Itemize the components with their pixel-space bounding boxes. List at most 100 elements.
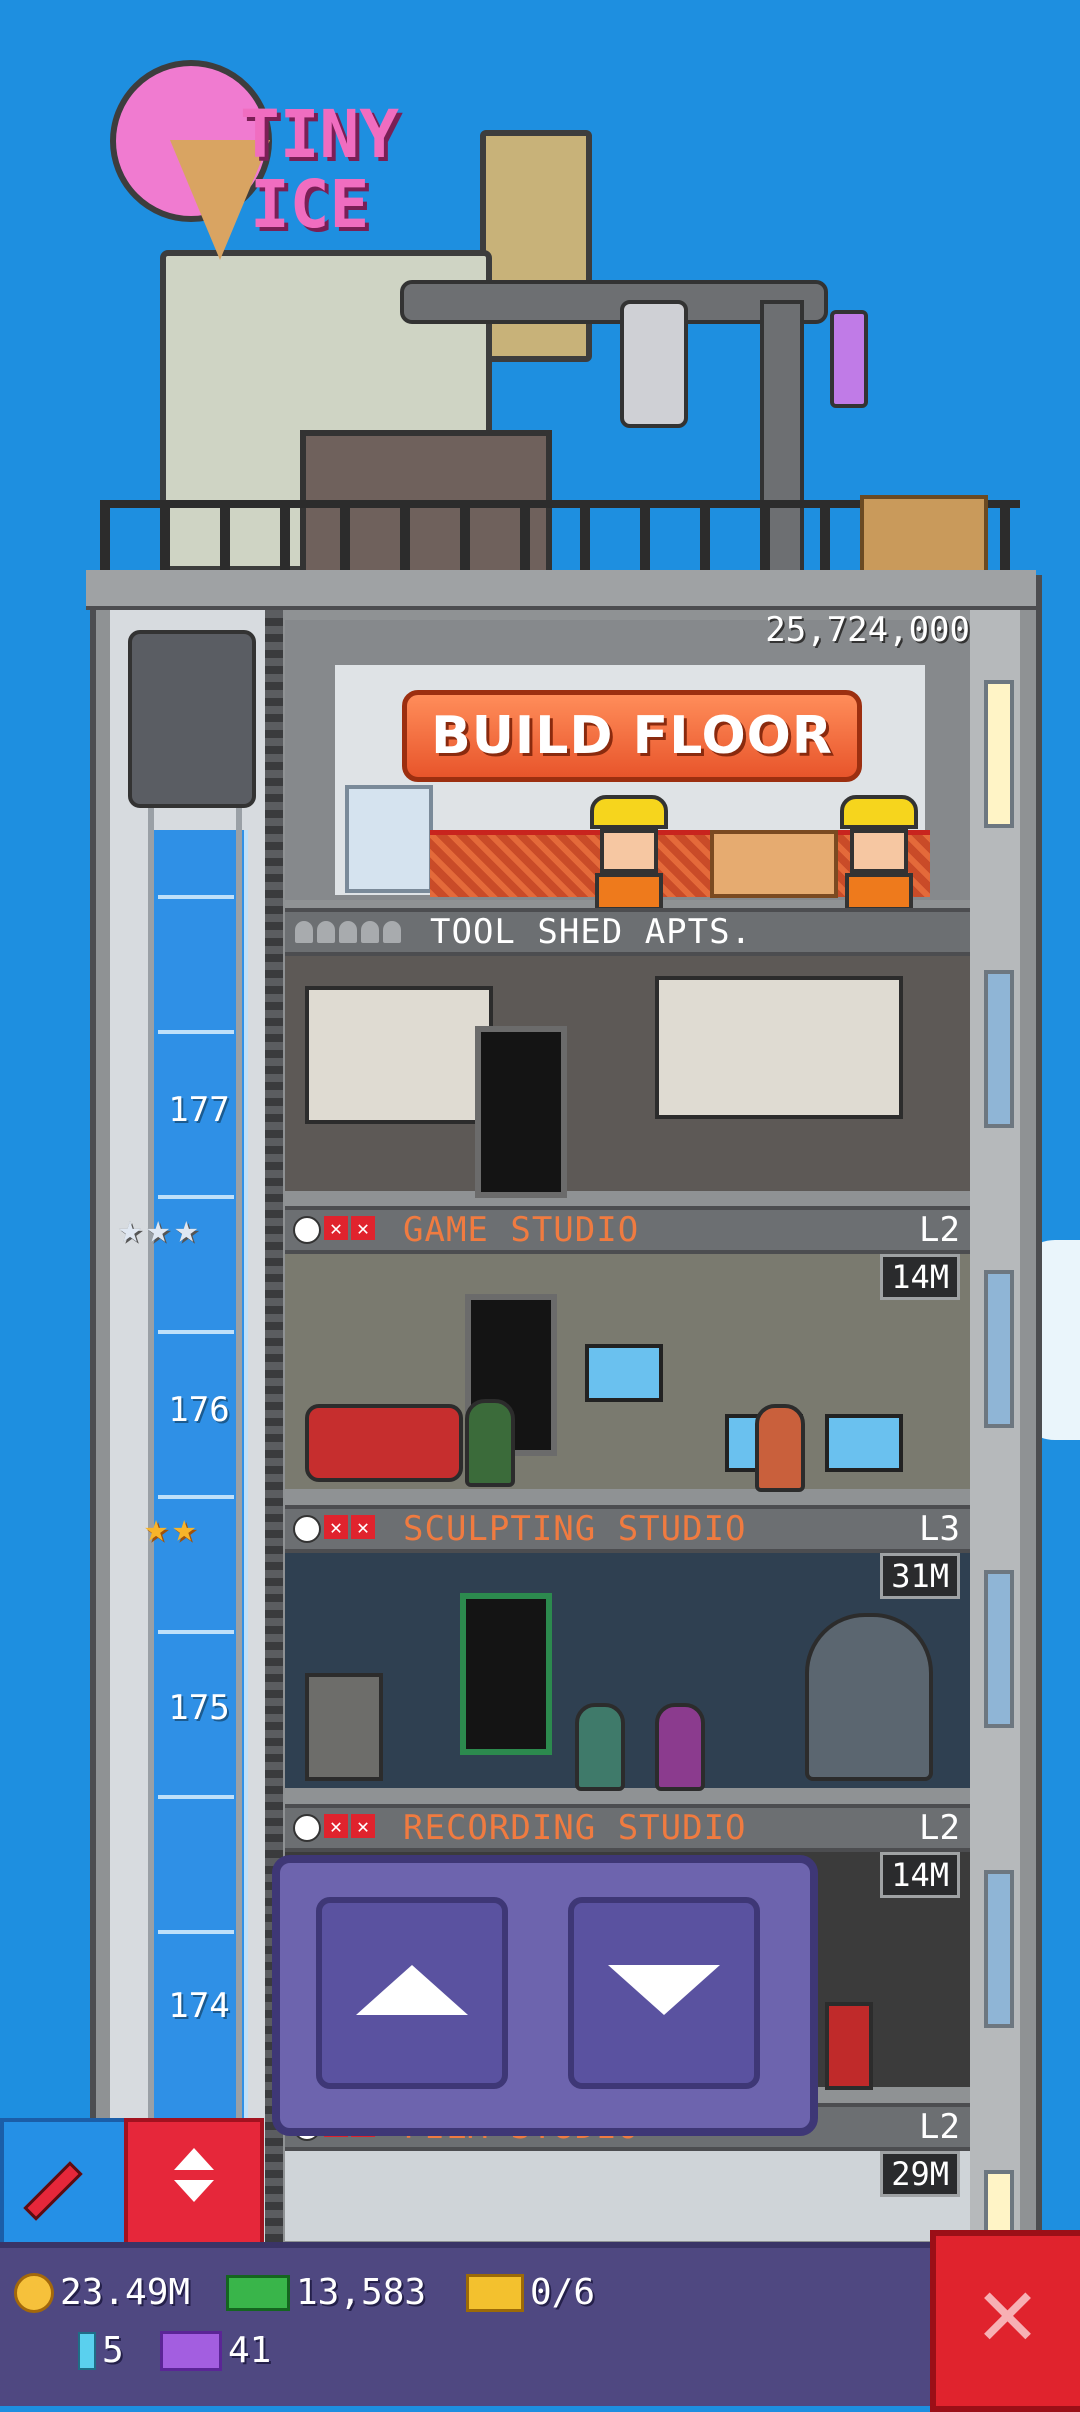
tower-window — [984, 1270, 1014, 1428]
arrow-up-icon — [356, 1965, 468, 2015]
shaft-divider — [158, 1630, 234, 1634]
construction-worker — [590, 795, 668, 911]
currency-hud: 23.49M 13,583 0/6 5 41 — [0, 2242, 930, 2406]
up-down-arrows-icon — [172, 2144, 216, 2220]
bux-value: 13,583 — [296, 2272, 427, 2313]
floor-rating: ★ ★ ★ — [118, 1207, 198, 1251]
tower-window — [984, 970, 1014, 1128]
bux-icon — [226, 2274, 290, 2311]
close-icon: ✕ — [351, 1515, 375, 1539]
tickets-value: 41 — [228, 2330, 272, 2371]
worker-figure — [465, 1399, 515, 1487]
construction-crate — [345, 785, 433, 893]
tower-roof-ledge — [86, 570, 1036, 610]
edit-button[interactable] — [0, 2118, 128, 2246]
floor-name: RECORDING STUDIO — [403, 1808, 747, 1848]
sculpture — [805, 1613, 933, 1781]
sofa — [305, 1404, 463, 1482]
floor-level: L2 — [919, 1210, 960, 1250]
shaft-divider — [158, 1330, 234, 1334]
tenant-icon — [295, 921, 313, 943]
floor-room-game-studio[interactable]: 14M — [285, 1254, 970, 1492]
worker-figure — [575, 1703, 625, 1791]
star-icon: ★ — [174, 1206, 199, 1252]
shaft-divider — [158, 1495, 234, 1499]
logo-line-2: ICE — [250, 166, 370, 243]
vip-counter[interactable]: 0/6 — [466, 2272, 595, 2313]
tickets-counter[interactable]: 41 — [160, 2330, 271, 2371]
roof-tank — [480, 130, 592, 362]
elevator-up-button[interactable] — [316, 1897, 508, 2089]
guitar — [825, 2002, 873, 2090]
elevator-shaft-inner — [150, 830, 248, 2330]
shaft-divider — [158, 1930, 234, 1934]
room-door — [475, 1026, 567, 1198]
tenant-icon — [317, 921, 335, 943]
floor-level: L3 — [919, 1509, 960, 1549]
clock-icon — [293, 1515, 321, 1543]
elevator-mode-button[interactable] — [124, 2118, 264, 2246]
floor-level: L2 — [919, 2107, 960, 2147]
coin-icon — [14, 2272, 54, 2313]
close-icon: ✕ — [324, 1515, 348, 1539]
floor-label-bar[interactable]: ✕ ✕ RECORDING STUDIO L2 — [285, 1804, 970, 1852]
coins-counter[interactable]: 23.49M — [14, 2272, 190, 2313]
tenant-icon — [339, 921, 357, 943]
shaft-divider — [158, 1795, 234, 1799]
tool-board — [305, 986, 493, 1124]
star-icon: ★ — [118, 1206, 143, 1252]
tower-window — [984, 1870, 1014, 2028]
floor-status: ✕ ✕ — [293, 1515, 393, 1543]
floor-label-bar[interactable]: ✕ ✕ SCULPTING STUDIO L3 — [285, 1505, 970, 1553]
construction-worker — [840, 795, 918, 911]
room-door — [460, 1593, 552, 1755]
elevator-floor-number[interactable]: 176 — [150, 1390, 248, 1430]
shaft-divider — [158, 1030, 234, 1034]
coins-value: 23.49M — [60, 2272, 191, 2313]
worker-figure — [655, 1703, 705, 1791]
bux-counter[interactable]: 13,583 — [226, 2272, 426, 2313]
vip-icon — [466, 2273, 524, 2312]
floor-level: L2 — [919, 1808, 960, 1848]
elevator-floor-number[interactable]: 174 — [150, 1986, 248, 2026]
floor-status: ✕ ✕ — [293, 1216, 393, 1244]
elevator-down-button[interactable] — [568, 1897, 760, 2089]
ticket-icon — [160, 2330, 222, 2371]
elevator-rope — [236, 800, 242, 2300]
elevator-floor-number[interactable]: 177 — [150, 1090, 248, 1130]
pencil-icon — [23, 2161, 83, 2221]
worker-figure — [755, 1404, 805, 1492]
elevator-motor[interactable] — [128, 630, 256, 808]
close-icon: ✕ — [324, 1216, 348, 1240]
close-icon: ✕ — [351, 1216, 375, 1240]
floor-rating: ★ ★ — [144, 1506, 196, 1550]
keys-counter[interactable]: 5 — [78, 2330, 124, 2371]
floor-cost-tag: 29M — [880, 2151, 960, 2197]
floor-name: TOOL SHED APTS. — [430, 912, 753, 952]
shaft-divider — [158, 1195, 234, 1199]
floor-label-bar[interactable]: ✕ ✕ GAME STUDIO L2 — [285, 1206, 970, 1254]
tower-window — [984, 2170, 1014, 2238]
tenant-slots — [295, 921, 405, 943]
floor-room-tool-shed[interactable] — [285, 956, 970, 1198]
sculpture — [305, 1673, 383, 1781]
close-button[interactable]: ✕ — [930, 2230, 1080, 2412]
star-icon: ★ — [146, 1206, 171, 1252]
vip-value: 0/6 — [530, 2272, 596, 2313]
roof-canister — [830, 310, 868, 408]
tenant-icon — [361, 921, 379, 943]
floor-name: GAME STUDIO — [403, 1210, 640, 1250]
elevator-floor-number[interactable]: 175 — [150, 1688, 248, 1728]
keys-value: 5 — [102, 2330, 124, 2371]
tower-window — [984, 1570, 1014, 1728]
floor-label-bar[interactable]: TOOL SHED APTS. — [285, 908, 970, 956]
floor-cost-tag: 31M — [880, 1553, 960, 1599]
tool-wall — [655, 976, 903, 1119]
elevator-control-panel — [272, 1855, 818, 2136]
floor-room-film-studio[interactable]: 29M — [285, 2151, 970, 2241]
tower-window — [984, 680, 1014, 828]
arrow-down-icon — [608, 1965, 720, 2015]
floor-room-sculpting-studio[interactable]: 31M — [285, 1553, 970, 1791]
build-floor-button[interactable]: BUILD FLOOR — [402, 690, 862, 782]
roof-logo: TINY ICE — [240, 100, 399, 240]
